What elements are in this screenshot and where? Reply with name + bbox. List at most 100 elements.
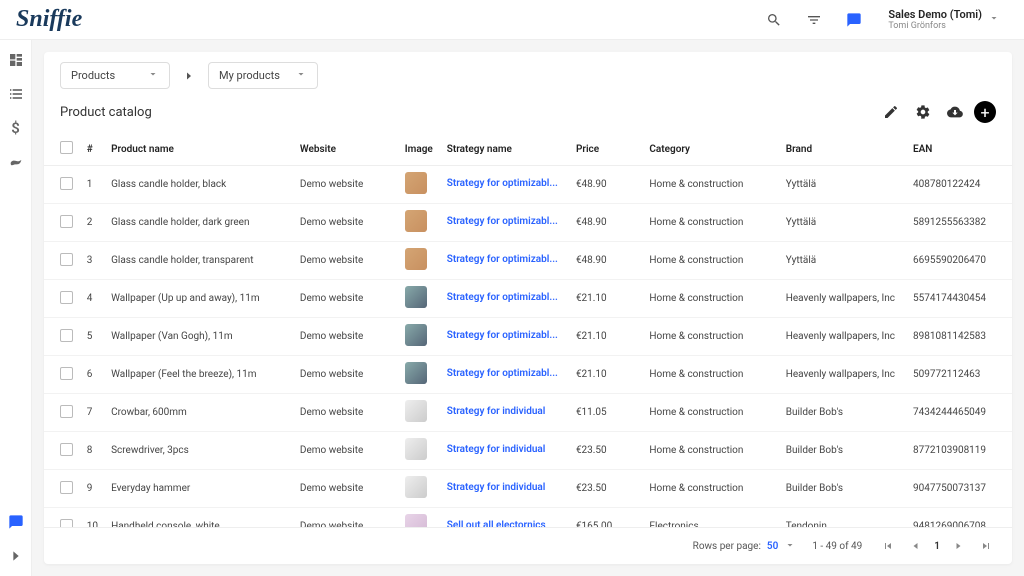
cell-website: Demo website bbox=[294, 394, 399, 432]
table-row[interactable]: 4 Wallpaper (Up up and away), 11m Demo w… bbox=[44, 280, 1012, 318]
row-checkbox[interactable] bbox=[60, 481, 73, 494]
nav-expand[interactable] bbox=[4, 544, 28, 568]
table-row[interactable]: 8 Screwdriver, 3pcs Demo website Strateg… bbox=[44, 432, 1012, 470]
row-checkbox[interactable] bbox=[60, 215, 73, 228]
breadcrumb-select-1[interactable]: Products bbox=[60, 62, 170, 89]
page-next[interactable] bbox=[948, 536, 968, 556]
page-prev[interactable] bbox=[906, 536, 926, 556]
row-checkbox[interactable] bbox=[60, 405, 73, 418]
cell-name: Crowbar, 600mm bbox=[105, 394, 294, 432]
cell-number: 9 bbox=[81, 470, 105, 508]
cell-price: €48.90 bbox=[570, 166, 643, 204]
col-ean[interactable]: EAN bbox=[907, 133, 1012, 166]
page-last[interactable] bbox=[976, 536, 996, 556]
table-row[interactable]: 7 Crowbar, 600mm Demo website Strategy f… bbox=[44, 394, 1012, 432]
table-row[interactable]: 1 Glass candle holder, black Demo websit… bbox=[44, 166, 1012, 204]
cell-brand: Heavenly wallpapers, Inc bbox=[780, 356, 907, 394]
nav-products[interactable] bbox=[4, 82, 28, 106]
product-thumbnail[interactable] bbox=[405, 400, 427, 422]
row-checkbox[interactable] bbox=[60, 519, 73, 528]
product-thumbnail[interactable] bbox=[405, 476, 427, 498]
cell-name: Wallpaper (Van Gogh), 11m bbox=[105, 318, 294, 356]
row-checkbox[interactable] bbox=[60, 329, 73, 342]
product-thumbnail[interactable] bbox=[405, 514, 427, 527]
col-name[interactable]: Product name bbox=[105, 133, 294, 166]
cell-price: €21.10 bbox=[570, 318, 643, 356]
cell-brand: Builder Bob's bbox=[780, 432, 907, 470]
row-checkbox[interactable] bbox=[60, 291, 73, 304]
col-price[interactable]: Price bbox=[570, 133, 643, 166]
cell-brand: Tendonin bbox=[780, 508, 907, 528]
cell-name: Glass candle holder, dark green bbox=[105, 204, 294, 242]
select-all-checkbox[interactable] bbox=[60, 141, 73, 154]
cell-price: €11.05 bbox=[570, 394, 643, 432]
strategy-link[interactable]: Strategy for optimizabl... bbox=[447, 292, 558, 303]
col-category[interactable]: Category bbox=[643, 133, 779, 166]
user-menu[interactable]: Sales Demo (Tomi) Tomi Grönfors bbox=[880, 8, 1008, 31]
table-row[interactable]: 10 Handheld console, white Demo website … bbox=[44, 508, 1012, 528]
sidebar: $ bbox=[0, 40, 32, 576]
strategy-link[interactable]: Strategy for optimizabl... bbox=[447, 254, 558, 265]
cell-ean: 8772103908119 bbox=[907, 432, 1012, 470]
nav-feedback[interactable] bbox=[4, 510, 28, 534]
col-website[interactable]: Website bbox=[294, 133, 399, 166]
nav-wildlife[interactable] bbox=[4, 150, 28, 174]
cell-category: Home & construction bbox=[643, 204, 779, 242]
search-icon[interactable] bbox=[760, 6, 788, 34]
rows-value: 50 bbox=[767, 541, 778, 552]
nav-pricing[interactable]: $ bbox=[4, 116, 28, 140]
chat-icon[interactable] bbox=[840, 6, 868, 34]
nav-dashboard[interactable] bbox=[4, 48, 28, 72]
page-first[interactable] bbox=[878, 536, 898, 556]
row-checkbox[interactable] bbox=[60, 177, 73, 190]
breadcrumb-2-label: My products bbox=[219, 69, 280, 82]
add-icon[interactable]: + bbox=[974, 101, 996, 123]
product-thumbnail[interactable] bbox=[405, 172, 427, 194]
row-checkbox[interactable] bbox=[60, 443, 73, 456]
strategy-link[interactable]: Strategy for individual bbox=[447, 406, 546, 417]
col-strategy[interactable]: Strategy name bbox=[441, 133, 570, 166]
settings-icon[interactable] bbox=[910, 99, 936, 125]
product-thumbnail[interactable] bbox=[405, 438, 427, 460]
product-thumbnail[interactable] bbox=[405, 324, 427, 346]
strategy-link[interactable]: Strategy for individual bbox=[447, 482, 546, 493]
filter-icon[interactable] bbox=[800, 6, 828, 34]
cell-brand: Builder Bob's bbox=[780, 470, 907, 508]
cell-website: Demo website bbox=[294, 242, 399, 280]
download-icon[interactable] bbox=[942, 99, 968, 125]
row-checkbox[interactable] bbox=[60, 367, 73, 380]
cell-category: Home & construction bbox=[643, 242, 779, 280]
cell-name: Wallpaper (Up up and away), 11m bbox=[105, 280, 294, 318]
cell-number: 7 bbox=[81, 394, 105, 432]
cell-ean: 6695590206470 bbox=[907, 242, 1012, 280]
cell-ean: 5891255563382 bbox=[907, 204, 1012, 242]
breadcrumb-1-label: Products bbox=[71, 69, 115, 82]
table-row[interactable]: 6 Wallpaper (Feel the breeze), 11m Demo … bbox=[44, 356, 1012, 394]
strategy-link[interactable]: Strategy for optimizabl... bbox=[447, 216, 558, 227]
table-row[interactable]: 9 Everyday hammer Demo website Strategy … bbox=[44, 470, 1012, 508]
product-thumbnail[interactable] bbox=[405, 248, 427, 270]
breadcrumb-select-2[interactable]: My products bbox=[208, 62, 318, 89]
col-number[interactable]: # bbox=[81, 133, 105, 166]
edit-icon[interactable] bbox=[878, 99, 904, 125]
table-row[interactable]: 2 Glass candle holder, dark green Demo w… bbox=[44, 204, 1012, 242]
row-checkbox[interactable] bbox=[60, 253, 73, 266]
col-brand[interactable]: Brand bbox=[780, 133, 907, 166]
table-row[interactable]: 3 Glass candle holder, transparent Demo … bbox=[44, 242, 1012, 280]
rows-per-page[interactable]: Rows per page: 50 bbox=[693, 539, 797, 554]
breadcrumb-next[interactable] bbox=[178, 65, 200, 87]
cell-ean: 5574174430454 bbox=[907, 280, 1012, 318]
cell-brand: Heavenly wallpapers, Inc bbox=[780, 280, 907, 318]
product-thumbnail[interactable] bbox=[405, 286, 427, 308]
product-thumbnail[interactable] bbox=[405, 362, 427, 384]
strategy-link[interactable]: Sell out all electornics bbox=[447, 520, 546, 528]
strategy-link[interactable]: Strategy for individual bbox=[447, 444, 546, 455]
product-thumbnail[interactable] bbox=[405, 210, 427, 232]
col-image[interactable]: Image bbox=[399, 133, 441, 166]
cell-website: Demo website bbox=[294, 318, 399, 356]
strategy-link[interactable]: Strategy for optimizabl... bbox=[447, 330, 558, 341]
chevron-down-icon bbox=[988, 12, 1000, 27]
strategy-link[interactable]: Strategy for optimizabl... bbox=[447, 178, 558, 189]
table-row[interactable]: 5 Wallpaper (Van Gogh), 11m Demo website… bbox=[44, 318, 1012, 356]
strategy-link[interactable]: Strategy for optimizabl... bbox=[447, 368, 558, 379]
